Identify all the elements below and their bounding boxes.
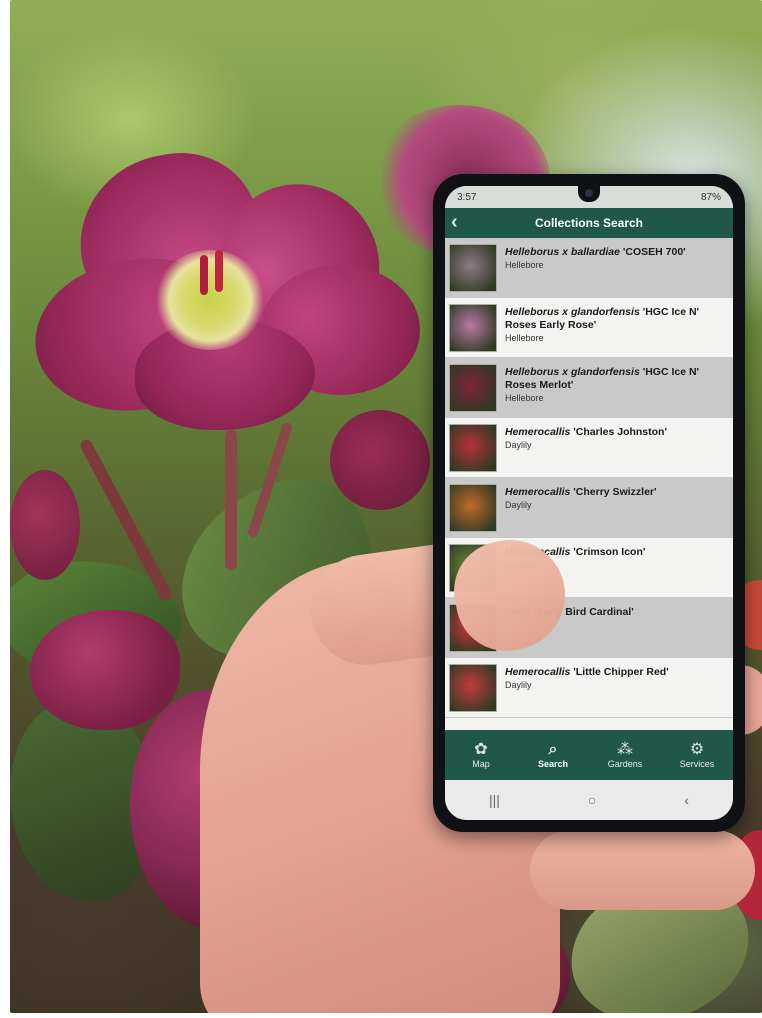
back-icon[interactable]: ‹ [451, 211, 458, 233]
system-nav-bar: ||| ○ ‹ [445, 780, 733, 820]
common-name: Daylily [505, 440, 532, 450]
plant-name: Hemerocallis 'Little Chipper Red' [505, 666, 669, 678]
home-button[interactable]: ○ [588, 792, 596, 808]
nav-map[interactable]: ✿ Map [451, 741, 511, 769]
flower-bud [330, 410, 430, 510]
list-item[interactable]: Hemerocallis 'Little Chipper Red' Daylil… [445, 658, 733, 718]
page-title: Collections Search [534, 216, 644, 230]
front-camera [585, 189, 593, 197]
leaf [10, 700, 150, 900]
status-battery: 87% [700, 191, 721, 203]
plant-thumbnail [449, 664, 497, 712]
plant-thumbnail [449, 484, 497, 532]
nav-services[interactable]: ⚙ Services [667, 741, 727, 769]
app-header: ‹ Collections Search [445, 208, 733, 238]
common-name: Hellebore [505, 393, 544, 403]
stem [225, 430, 237, 570]
plant-name: Helleborus x glandorfensis 'HGC Ice N' R… [505, 306, 700, 331]
results-list: Helleborus x ballardiae 'COSEH 700' Hell… [445, 238, 733, 730]
plant-name: Helleborus x ballardiae 'COSEH 700' [505, 246, 686, 258]
plant-thumbnail [449, 364, 497, 412]
common-name: Daylily [505, 680, 532, 690]
plant-name: Hemerocallis 'Charles Johnston' [505, 426, 667, 438]
plant-name: Hemerocallis 'Cherry Swizzler' [505, 486, 657, 498]
common-name: Daylily [505, 500, 532, 510]
map-icon: ✿ [474, 741, 488, 758]
plant-thumbnail [449, 424, 497, 472]
gardens-icon: ⁂ [617, 741, 633, 758]
garden-photo-background: 3:57 87% ‹ Collections Search Helleborus… [10, 0, 762, 1013]
list-item[interactable]: Hemerocallis 'Charles Johnston' Daylily [445, 418, 733, 478]
common-name: Hellebore [505, 333, 544, 343]
flower-center [155, 250, 265, 350]
list-item[interactable]: Helleborus x ballardiae 'COSEH 700' Hell… [445, 238, 733, 298]
finger [530, 830, 755, 910]
services-icon: ⚙ [689, 741, 705, 758]
nav-label: Map [472, 759, 490, 769]
flower-bud [10, 470, 80, 580]
list-item[interactable]: Hemerocallis 'Cherry Swizzler' Daylily [445, 478, 733, 538]
bottom-nav: ✿ Map ⌕ Search ⁂ Gardens ⚙ Services [445, 730, 733, 780]
plant-name: Helleborus x glandorfensis 'HGC Ice N' R… [505, 366, 700, 391]
nav-search[interactable]: ⌕ Search [523, 741, 583, 769]
common-name: Hellebore [505, 260, 544, 270]
phone-screen: 3:57 87% ‹ Collections Search Helleborus… [445, 186, 733, 820]
list-item[interactable]: Helleborus x glandorfensis 'HGC Ice N' R… [445, 358, 733, 418]
back-button[interactable]: ‹ [684, 792, 689, 808]
nav-gardens[interactable]: ⁂ Gardens [595, 741, 655, 769]
nav-label: Gardens [607, 759, 643, 769]
list-item[interactable]: Helleborus x glandorfensis 'HGC Ice N' R… [445, 298, 733, 358]
smartphone: 3:57 87% ‹ Collections Search Helleborus… [433, 174, 745, 832]
search-icon: ⌕ [548, 741, 558, 758]
status-time: 3:57 [457, 191, 477, 203]
nav-label: Search [537, 759, 569, 769]
hellebore-flower [25, 140, 425, 450]
recents-button[interactable]: ||| [489, 792, 500, 808]
flower-bud [30, 610, 180, 730]
plant-thumbnail [449, 244, 497, 292]
nav-label: Services [679, 759, 715, 769]
plant-thumbnail [449, 304, 497, 352]
